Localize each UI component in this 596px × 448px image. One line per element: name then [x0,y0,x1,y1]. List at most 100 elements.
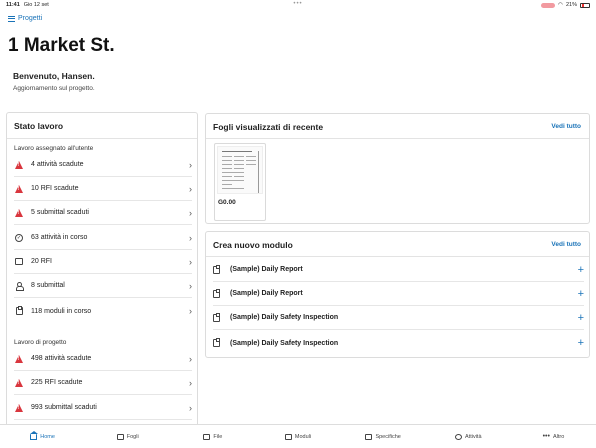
sheet-preview-image [217,146,263,194]
project-row-overdue-submittals[interactable]: 993 submittal scaduti › [14,396,192,420]
chevron-right-icon: › [189,402,192,413]
sheet-name: G0.00 [218,199,236,206]
battery-icon [580,2,590,8]
file-icon [203,433,211,440]
person-icon [15,281,24,291]
new-form-title: Crea nuovo modulo [213,240,293,250]
tasks-icon [455,433,463,440]
status-row-overdue-tasks[interactable]: 4 attività scadute › [14,153,192,177]
recent-sheets-see-all-link[interactable]: Vedi tutto [551,123,581,130]
chevron-right-icon: › [189,207,192,218]
project-row-overdue-tasks[interactable]: 498 attività scadute › [14,347,192,371]
recording-icon [541,2,556,8]
clipboard-icon [213,338,220,347]
recent-sheets-title: Fogli visualizzati di recente [213,122,324,132]
tab-label: Fogli [126,433,139,440]
chevron-right-icon: › [189,232,192,243]
battery-percent: 21% [565,2,577,8]
status-row-overdue-submittals[interactable]: 5 submittal scaduti › [14,201,192,225]
forms-icon [284,433,292,440]
chevron-right-icon: › [189,353,192,364]
divider [206,138,589,139]
divider [7,138,197,139]
plus-icon[interactable]: + [578,337,584,349]
plus-icon[interactable]: + [578,312,584,324]
status-date: Gio 12 set [23,2,49,8]
form-template-item[interactable]: (Sample) Daily Safety Inspection + [213,306,584,330]
home-page: Progetti 1 Market St. Benvenuto, Hansen.… [0,10,596,432]
status-row-overdue-rfi[interactable]: 10 RFI scadute › [14,177,192,201]
tab-files[interactable]: File [170,425,255,448]
work-status-title: Stato lavoro [14,121,64,131]
tab-sheets[interactable]: Fogli [85,425,170,448]
tab-label: Moduli [294,433,312,440]
clipboard-icon [213,264,220,274]
wifi-icon: ◠ [558,2,563,8]
row-label: 63 attività in corso [31,234,88,241]
tab-tasks[interactable]: Attività [426,425,511,448]
status-row-forms-in-progress[interactable]: 118 moduli in corso › [14,299,192,323]
status-row-submittals[interactable]: 8 submittal › [14,274,192,298]
status-row-rfi[interactable]: 20 RFI › [14,250,192,274]
tab-label: Altro [552,433,565,440]
new-form-card: Crea nuovo modulo Vedi tutto (Sample) Da… [205,231,590,358]
form-template-label: (Sample) Daily Safety Inspection [230,339,339,347]
assigned-work-label: Lavoro assegnato all'utente [14,145,94,152]
more-icon: ••• [542,433,550,440]
plus-icon[interactable]: + [578,264,584,276]
list-icon [8,15,15,22]
form-template-label: (Sample) Daily Safety Inspection [230,314,339,321]
welcome-title: Benvenuto, Hansen. [13,71,95,81]
row-label: 993 submittal scaduti [31,404,97,411]
status-bar: 11:41 Gio 12 set ••• ◠ 21% [0,0,596,10]
sheet-thumbnail[interactable]: G0.00 [214,143,266,221]
specs-icon [365,433,373,440]
plus-icon[interactable]: + [578,288,584,300]
form-template-item[interactable]: (Sample) Daily Report + [213,282,584,306]
row-label: 118 moduli in corso [31,307,92,315]
status-time: 11:41 [6,2,20,8]
tab-home[interactable]: Home [0,425,85,448]
home-icon [30,430,39,440]
chevron-right-icon: › [189,377,192,388]
chevron-right-icon: › [189,159,192,170]
row-label: 4 attività scadute [31,161,84,168]
chevron-right-icon: › [189,306,192,316]
bottom-tab-bar: Home Fogli File Moduli Specifiche Attivi… [0,424,596,448]
work-status-card: Stato lavoro Lavoro assegnato all'utente… [6,112,198,432]
projects-button[interactable]: Progetti [8,15,42,22]
recent-sheets-card: Fogli visualizzati di recente Vedi tutto [205,113,590,224]
form-template-label: (Sample) Daily Report [230,290,303,297]
project-work-label: Lavoro di progetto [14,339,67,346]
status-row-tasks-in-progress[interactable]: ✓ 63 attività in corso › [14,226,192,250]
row-label: 225 RFI scadute [31,379,83,386]
welcome-subtitle: Aggiornamento sul progetto. [13,85,95,92]
chevron-right-icon: › [189,280,192,291]
tab-more[interactable]: ••• Altro [511,425,596,448]
form-template-item[interactable]: (Sample) Daily Report + [213,258,584,282]
row-label: 20 RFI [31,258,53,265]
tab-label: File [213,433,223,440]
multitasking-dots-icon[interactable]: ••• [293,1,302,7]
clipboard-icon [213,288,220,298]
project-row-overdue-rfi[interactable]: 225 RFI scadute › [14,371,192,395]
tab-label: Attività [465,433,482,440]
clipboard-icon [15,306,23,315]
new-form-see-all-link[interactable]: Vedi tutto [551,241,581,248]
row-label: 5 submittal scaduti [31,209,89,216]
tab-specs[interactable]: Specifiche [341,425,426,448]
row-label: 8 submittal [31,282,65,289]
chevron-right-icon: › [189,256,192,267]
form-template-label: (Sample) Daily Report [230,266,303,273]
row-label: 498 attività scadute [31,355,92,362]
clipboard-icon [213,312,220,322]
row-label: 10 RFI scadute [31,185,79,192]
warning-icon [15,354,23,363]
tab-label: Specifiche [375,433,401,440]
warning-icon [15,403,23,412]
warning-icon [15,208,23,217]
form-template-item[interactable]: (Sample) Daily Safety Inspection + [213,331,584,355]
tab-label: Home [40,433,55,440]
tab-forms[interactable]: Moduli [255,425,340,448]
projects-label: Progetti [18,15,43,22]
